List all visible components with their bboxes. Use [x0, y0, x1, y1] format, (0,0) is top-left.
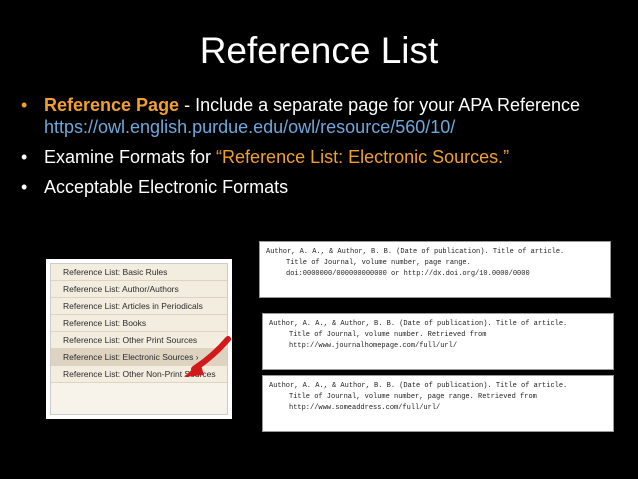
citation-line: http://www.someaddress.com/full/url/ [289, 404, 441, 412]
menu-item-basic-rules[interactable]: Reference List: Basic Rules [51, 264, 227, 281]
citation-box-journal-homepage: Author, A. A., & Author, B. B. (Date of … [262, 313, 614, 370]
menu-item-periodicals[interactable]: Reference List: Articles in Periodicals [51, 298, 227, 315]
citation-box-some-address: Author, A. A., & Author, B. B. (Date of … [262, 375, 614, 432]
citation-line: Title of Journal, volume number, page ra… [289, 393, 537, 401]
menu-item-books[interactable]: Reference List: Books [51, 315, 227, 332]
citation-line: Author, A. A., & Author, B. B. (Date of … [266, 248, 565, 256]
owl-purdue-link[interactable]: https://owl.english.purdue.edu/owl/resou… [44, 116, 620, 138]
reference-page-label: Reference Page [44, 95, 180, 115]
bullet-reference-page: • Reference Page - Include a separate pa… [20, 94, 620, 138]
examine-formats-text: Examine Formats for [44, 147, 217, 167]
citation-line: http://www.journalhomepage.com/full/url/ [289, 342, 458, 350]
electronic-sources-highlight: “Reference List: Electronic Sources.” [216, 147, 510, 167]
citation-line: Author, A. A., & Author, B. B. (Date of … [269, 382, 568, 390]
citation-line: Author, A. A., & Author, B. B. (Date of … [269, 320, 568, 328]
bullet-dot: • [21, 95, 28, 115]
bullet-list: • Reference Page - Include a separate pa… [20, 94, 620, 206]
citation-line: Title of Journal, volume number. Retriev… [289, 331, 487, 339]
bullet-examine-formats: • Examine Formats for “Reference List: E… [20, 146, 620, 168]
menu-item-author[interactable]: Reference List: Author/Authors [51, 281, 227, 298]
citation-line: Title of Journal, volume number, page ra… [286, 259, 471, 267]
bullet-acceptable-formats: • Acceptable Electronic Formats [20, 176, 620, 198]
reference-page-text: - Include a separate page for your APA R… [179, 95, 580, 115]
bullet-dot: • [21, 147, 28, 167]
citation-line: doi:0000000/000000000000 or http://dx.do… [286, 270, 530, 278]
red-arrow-icon [184, 336, 231, 377]
acceptable-formats-text: Acceptable Electronic Formats [44, 177, 289, 197]
citation-box-doi: Author, A. A., & Author, B. B. (Date of … [259, 241, 611, 298]
slide-title: Reference List [199, 30, 439, 71]
bullet-dot: • [21, 177, 28, 197]
